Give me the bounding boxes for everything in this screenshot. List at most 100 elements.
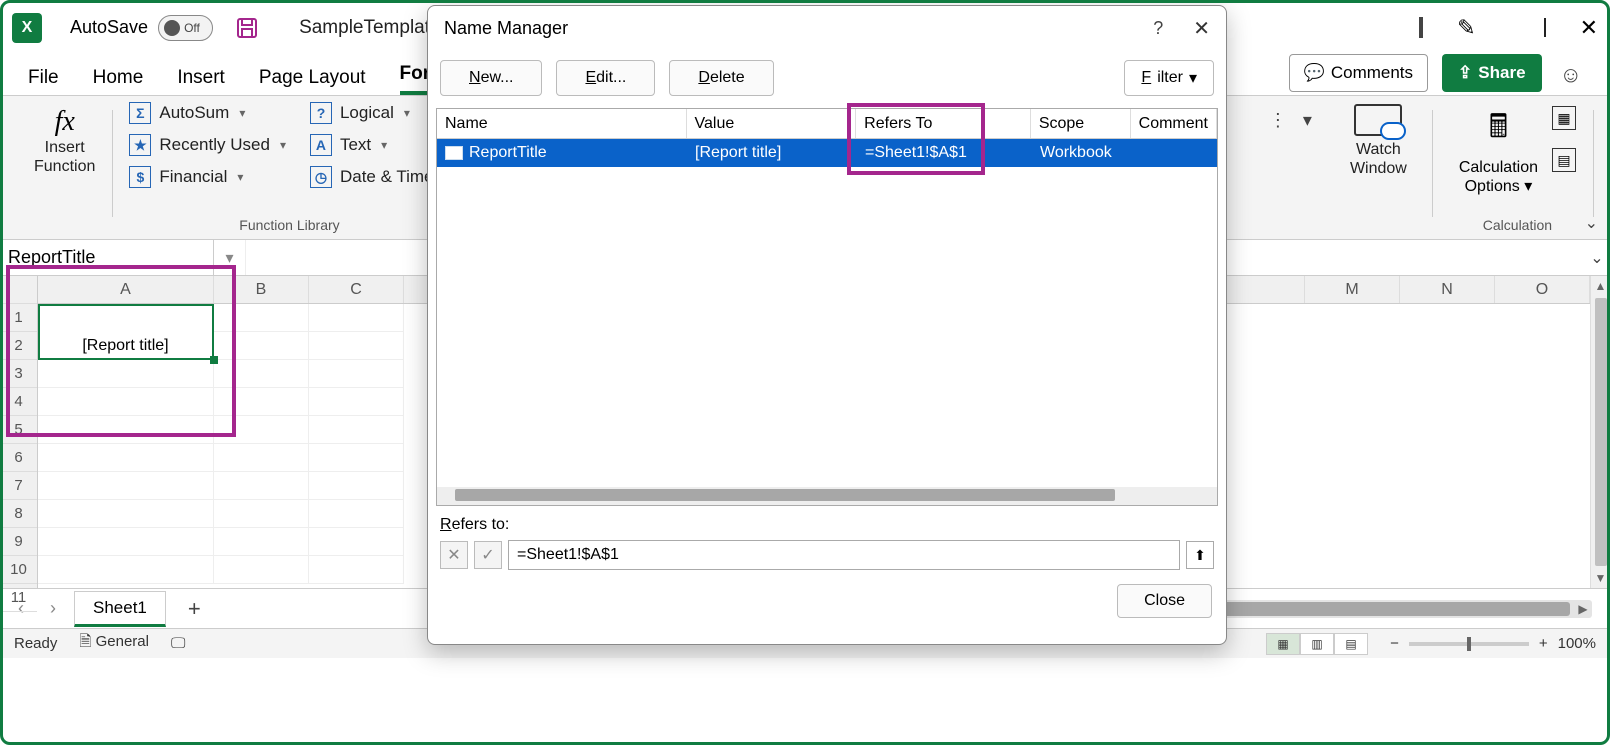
name-box-dropdown[interactable]: ▾ <box>214 240 246 275</box>
name-list-hscroll[interactable] <box>437 487 1217 505</box>
row-header-10[interactable]: 10 <box>0 556 37 584</box>
save-icon[interactable] <box>235 16 259 40</box>
delete-button[interactable]: Delete <box>669 60 773 96</box>
recently-used-button[interactable]: ★Recently Used▾ <box>129 134 286 156</box>
row-header-7[interactable]: 7 <box>0 472 37 500</box>
cell-a1[interactable] <box>38 304 214 332</box>
add-sheet-button[interactable]: + <box>176 596 213 622</box>
vertical-scrollbar[interactable]: ▲ ▼ <box>1590 276 1610 588</box>
name-row[interactable]: ReportTitle [Report title] =Sheet1!$A$1 … <box>437 139 1217 167</box>
page-layout-view-button[interactable]: ▥ <box>1300 633 1334 655</box>
feedback-icon[interactable]: ☺ <box>1560 62 1582 88</box>
row-headers[interactable]: 1 2 3 4 5 6 7 8 9 10 11 <box>0 276 38 588</box>
zoom-control[interactable]: − + 100% <box>1390 635 1596 652</box>
tab-insert[interactable]: Insert <box>177 67 225 95</box>
autosave-toggle[interactable]: AutoSave Off <box>70 15 213 41</box>
row-header-11[interactable]: 11 <box>0 584 37 612</box>
scroll-down-icon[interactable]: ▼ <box>1591 568 1610 588</box>
cell-c2[interactable] <box>309 332 404 360</box>
col-header-m[interactable]: M <box>1305 276 1400 303</box>
group-function-library: ΣAutoSum▾ ★Recently Used▾ $Financial▾ ?L… <box>121 102 457 239</box>
calculation-options-button[interactable]: 🖩 Calculation Options ▾ <box>1459 104 1538 196</box>
chevron-down-icon[interactable]: ▾ <box>1299 102 1316 239</box>
row-header-6[interactable]: 6 <box>0 444 37 472</box>
name-list[interactable]: Name Value Refers To Scope Comment Repor… <box>436 108 1218 506</box>
tab-page-layout[interactable]: Page Layout <box>259 67 366 95</box>
new-button[interactable]: New... <box>440 60 542 96</box>
cell-a2-merged[interactable]: [Report title] <box>38 332 214 360</box>
financial-button[interactable]: $Financial▾ <box>129 166 286 188</box>
accessibility-status[interactable]: 🗎 General <box>79 631 149 656</box>
col-comment[interactable]: Comment <box>1131 109 1217 138</box>
col-name[interactable]: Name <box>437 109 687 138</box>
sheet-tab-sheet1[interactable]: Sheet1 <box>74 591 166 627</box>
scroll-thumb[interactable] <box>1595 298 1607 566</box>
autosum-button[interactable]: ΣAutoSum▾ <box>129 102 286 124</box>
col-header-o[interactable]: O <box>1495 276 1590 303</box>
share-button[interactable]: ⇪ Share <box>1442 54 1542 92</box>
scroll-right-icon[interactable]: ▶ <box>1574 600 1592 618</box>
zoom-level[interactable]: 100% <box>1558 635 1596 652</box>
refers-to-input[interactable] <box>508 540 1180 570</box>
ribbon-collapse-button[interactable]: ⌄ <box>1585 213 1598 233</box>
row-header-3[interactable]: 3 <box>0 360 37 388</box>
calculate-now-button[interactable]: ▦ <box>1552 106 1576 130</box>
row-header-2[interactable]: 2 <box>0 332 37 360</box>
insert-function-button[interactable]: fx Insert Function <box>24 102 105 180</box>
col-header-a[interactable]: A <box>38 276 214 303</box>
chevron-down-icon: ▾ <box>404 106 410 120</box>
dialog-title-bar[interactable]: Name Manager ? ✕ <box>428 6 1226 50</box>
tab-file[interactable]: File <box>28 67 59 95</box>
normal-view-button[interactable]: ▦ <box>1266 633 1300 655</box>
name-box[interactable]: ReportTitle <box>0 240 214 275</box>
chevron-down-icon: ▾ <box>237 170 243 184</box>
copilot-icon[interactable] <box>1419 19 1423 37</box>
scroll-up-icon[interactable]: ▲ <box>1591 276 1610 296</box>
calculation-label: Calculation <box>1483 213 1552 239</box>
page-break-view-button[interactable]: ▤ <box>1334 633 1368 655</box>
chevron-down-icon: ▾ <box>1524 178 1532 195</box>
col-header-n[interactable]: N <box>1400 276 1495 303</box>
edit-button[interactable]: Edit... <box>556 60 655 96</box>
col-value[interactable]: Value <box>687 109 857 138</box>
formula-bar-expand[interactable]: ⌄ <box>1584 240 1610 275</box>
zoom-in-button[interactable]: + <box>1539 635 1548 652</box>
cell-b1[interactable] <box>214 304 309 332</box>
close-dialog-button[interactable]: Close <box>1117 584 1212 618</box>
cancel-edit-button[interactable]: ✕ <box>440 541 468 569</box>
col-header-c[interactable]: C <box>309 276 404 303</box>
row-header-5[interactable]: 5 <box>0 416 37 444</box>
display-settings-icon[interactable]: 🖵 <box>171 635 185 652</box>
row-header-9[interactable]: 9 <box>0 528 37 556</box>
dialog-help-button[interactable]: ? <box>1153 18 1163 39</box>
row-header-8[interactable]: 8 <box>0 500 37 528</box>
comments-button[interactable]: 💬 Comments <box>1289 54 1428 92</box>
name-list-headers[interactable]: Name Value Refers To Scope Comment <box>437 109 1217 139</box>
close-button[interactable]: ✕ <box>1580 15 1598 41</box>
dialog-close-button[interactable]: ✕ <box>1193 16 1210 41</box>
filter-button[interactable]: Filter ▾ <box>1124 60 1214 96</box>
row-header-4[interactable]: 4 <box>0 388 37 416</box>
calculate-sheet-button[interactable]: ▤ <box>1552 148 1576 172</box>
col-header-b[interactable]: B <box>214 276 309 303</box>
cell-c1[interactable] <box>309 304 404 332</box>
group-insert-function: fx Insert Function <box>16 102 113 239</box>
accept-edit-button[interactable]: ✓ <box>474 541 502 569</box>
ribbon-more-icon[interactable]: ⋮ <box>1265 102 1291 239</box>
calculator-icon: 🖩 <box>1489 104 1508 158</box>
row-header-1[interactable]: 1 <box>0 304 37 332</box>
cell-a3[interactable] <box>38 360 214 388</box>
chevron-down-icon: ▾ <box>280 138 286 152</box>
collapse-dialog-button[interactable]: ⬆ <box>1186 541 1214 569</box>
draw-icon[interactable]: ✎ <box>1457 15 1475 41</box>
zoom-out-button[interactable]: − <box>1390 635 1399 652</box>
fill-handle[interactable] <box>210 356 218 364</box>
col-scope[interactable]: Scope <box>1031 109 1131 138</box>
watch-window-button[interactable]: Watch Window <box>1332 102 1425 180</box>
sheet-next-button[interactable]: › <box>42 594 64 623</box>
maximize-button[interactable] <box>1544 19 1546 37</box>
cell-b2[interactable] <box>214 332 309 360</box>
zoom-slider[interactable] <box>1409 642 1529 646</box>
tab-home[interactable]: Home <box>93 67 144 95</box>
col-refers-to[interactable]: Refers To <box>856 109 1031 138</box>
